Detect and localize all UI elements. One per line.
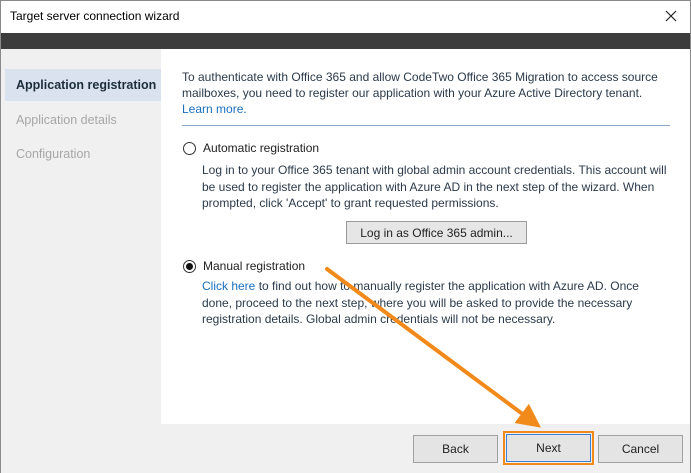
- next-button[interactable]: Next: [503, 431, 594, 465]
- intro-text: To authenticate with Office 365 and allo…: [182, 69, 672, 117]
- manual-registration-radio[interactable]: [183, 259, 196, 273]
- manual-registration-text: to find out how to manually register the…: [202, 279, 639, 326]
- manual-registration-label[interactable]: Manual registration: [203, 259, 305, 273]
- intro-description: To authenticate with Office 365 and allo…: [182, 70, 658, 100]
- cancel-button[interactable]: Cancel: [598, 435, 683, 463]
- manual-registration-option[interactable]: Manual registration: [183, 258, 305, 274]
- close-icon[interactable]: [660, 5, 682, 27]
- automatic-registration-option[interactable]: Automatic registration: [183, 140, 319, 156]
- divider: [182, 125, 670, 126]
- header-band: [1, 33, 690, 49]
- window-title: Target server connection wizard: [10, 9, 180, 23]
- wizard-window: Target server connection wizard Applicat…: [0, 0, 691, 473]
- wizard-footer: Back Next Cancel: [1, 424, 690, 473]
- manual-registration-description: Click here to find out how to manually r…: [202, 278, 672, 328]
- learn-more-link[interactable]: Learn more.: [182, 102, 247, 116]
- back-button[interactable]: Back: [413, 435, 498, 463]
- automatic-registration-description: Log in to your Office 365 tenant with gl…: [202, 163, 667, 210]
- wizard-steps-sidebar: Application registration Application det…: [1, 49, 161, 424]
- automatic-registration-radio[interactable]: [183, 141, 196, 155]
- main-content: To authenticate with Office 365 and allo…: [161, 49, 690, 424]
- step-application-registration[interactable]: Application registration: [5, 69, 161, 101]
- automatic-registration-label[interactable]: Automatic registration: [203, 141, 319, 155]
- click-here-link[interactable]: Click here: [202, 279, 255, 293]
- title-bar: Target server connection wizard: [1, 1, 690, 33]
- step-configuration: Configuration: [16, 147, 91, 161]
- login-office365-admin-button[interactable]: Log in as Office 365 admin...: [346, 221, 527, 244]
- step-application-details: Application details: [16, 113, 117, 127]
